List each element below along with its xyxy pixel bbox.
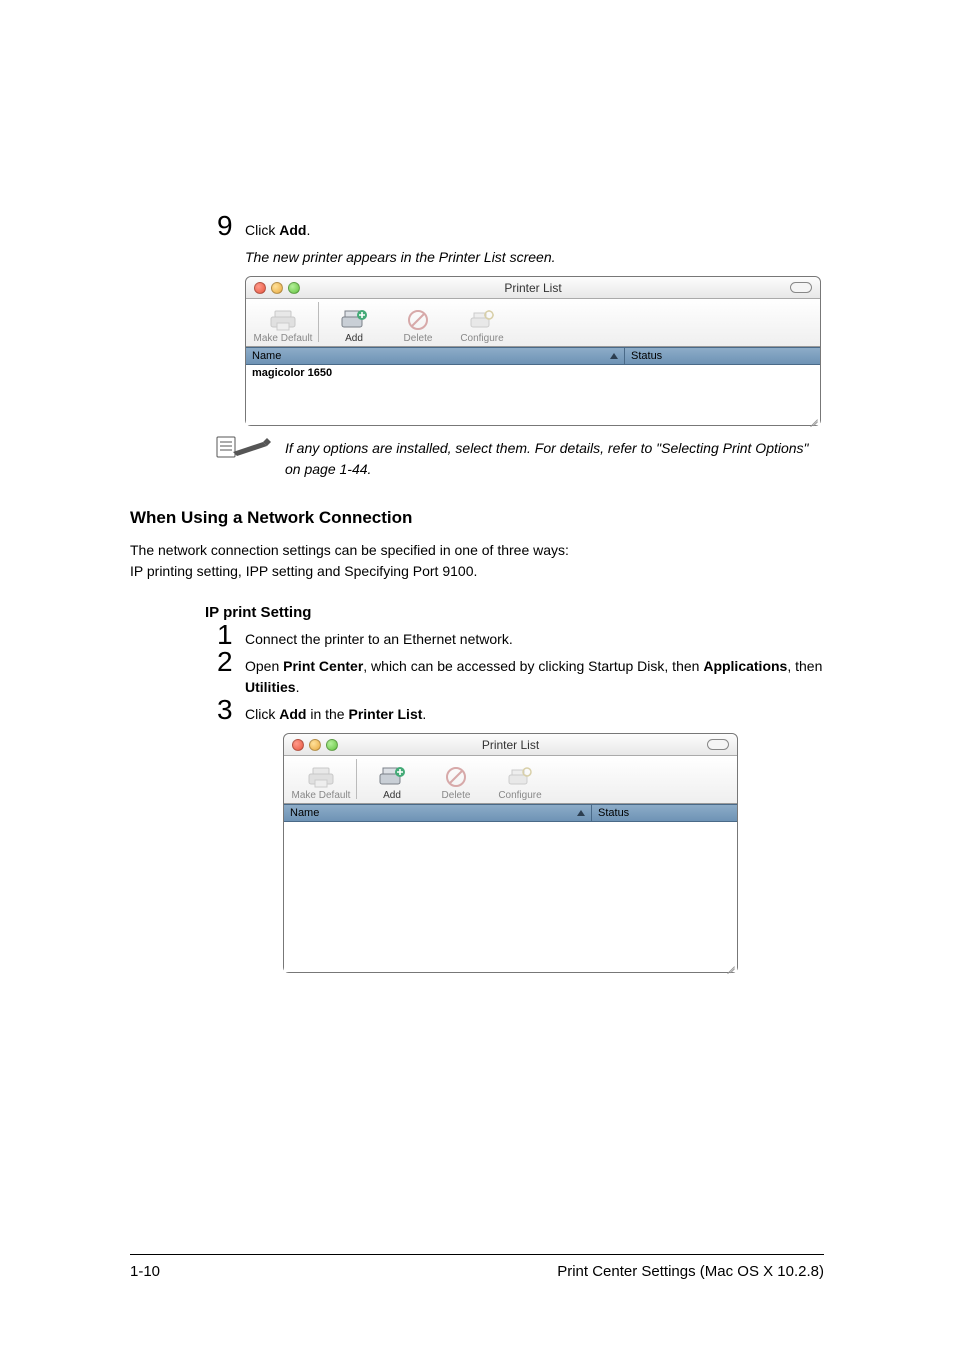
separator: [318, 302, 319, 342]
step-number: 9: [217, 210, 233, 242]
column-name[interactable]: Name: [246, 350, 624, 362]
table-header: Name Status: [246, 347, 820, 365]
label: Configure: [460, 333, 503, 344]
configure-button: Configure: [451, 307, 513, 344]
label: Configure: [498, 790, 541, 801]
make-default-button: Make Default: [290, 764, 352, 801]
text: .: [296, 679, 300, 695]
close-icon[interactable]: [292, 739, 304, 751]
toolbar: Make Default Add Delete: [246, 299, 820, 347]
footer-title: Print Center Settings (Mac OS X 10.2.8): [557, 1263, 824, 1280]
printer-list-window: Printer List Make Default Add: [245, 276, 821, 426]
page-number: 1-10: [130, 1263, 160, 1280]
resize-handle-icon[interactable]: [723, 958, 735, 970]
label: Add: [345, 333, 363, 344]
step-number: 2: [217, 646, 233, 678]
label: Name: [290, 807, 319, 819]
window-titlebar: Printer List: [284, 734, 737, 756]
window-controls[interactable]: [292, 739, 338, 751]
sort-asc-icon: [577, 810, 585, 816]
window-controls[interactable]: [254, 282, 300, 294]
column-name[interactable]: Name: [284, 807, 591, 819]
toolbar: Make Default Add Delete: [284, 756, 737, 804]
step-text: Connect the printer to an Ethernet netwo…: [245, 631, 513, 647]
label: Add: [383, 790, 401, 801]
add-printer-icon: [339, 307, 369, 333]
minimize-icon[interactable]: [309, 739, 321, 751]
step-number: 3: [217, 694, 233, 726]
step9-text: Click Add.: [245, 222, 310, 238]
add-label: Add: [279, 222, 306, 238]
text: Connect the printer to an Ethernet netwo…: [245, 631, 513, 647]
label: Status: [631, 350, 662, 362]
printer-list[interactable]: magicolor 1650: [246, 365, 820, 425]
bold-text: Utilities: [245, 679, 296, 695]
bold-text: Print Center: [283, 658, 363, 674]
sort-asc-icon: [610, 353, 618, 359]
section-title: When Using a Network Connection: [130, 508, 824, 528]
page-footer: 1-10 Print Center Settings (Mac OS X 10.…: [130, 1254, 824, 1280]
minimize-icon[interactable]: [271, 282, 283, 294]
separator: [356, 759, 357, 799]
label: Make Default: [254, 333, 313, 344]
column-status[interactable]: Status: [591, 805, 721, 821]
delete-button: Delete: [425, 764, 487, 801]
make-default-button: Make Default: [252, 307, 314, 344]
toolbar-toggle-icon[interactable]: [707, 739, 729, 750]
list-item[interactable]: magicolor 1650: [252, 367, 332, 379]
delete-icon: [441, 764, 471, 790]
text: .: [422, 706, 426, 722]
delete-button: Delete: [387, 307, 449, 344]
configure-icon: [467, 307, 497, 333]
text: Open: [245, 658, 283, 674]
label: Delete: [442, 790, 471, 801]
printer-icon: [306, 764, 336, 790]
label: Delete: [404, 333, 433, 344]
configure-button: Configure: [489, 764, 551, 801]
text: , then: [787, 658, 822, 674]
step9-result: The new printer appears in the Printer L…: [245, 249, 556, 265]
add-printer-icon: [377, 764, 407, 790]
printer-list-empty[interactable]: [284, 822, 737, 972]
close-icon[interactable]: [254, 282, 266, 294]
window-titlebar: Printer List: [246, 277, 820, 299]
printer-icon: [268, 307, 298, 333]
sub-title: IP print Setting: [205, 604, 824, 621]
resize-handle-icon[interactable]: [806, 411, 818, 423]
note-icon: [215, 434, 275, 460]
column-status[interactable]: Status: [624, 348, 804, 364]
text: Click: [245, 706, 279, 722]
label: Status: [598, 807, 629, 819]
bold-text: Applications: [703, 658, 787, 674]
add-button[interactable]: Add: [323, 307, 385, 344]
body-text: The network connection settings can be s…: [130, 540, 824, 561]
toolbar-toggle-icon[interactable]: [790, 282, 812, 293]
note-text: If any options are installed, select the…: [285, 438, 824, 480]
label: Make Default: [292, 790, 351, 801]
text: .: [306, 222, 310, 238]
table-header: Name Status: [284, 804, 737, 822]
step-text: Open Print Center, which can be accessed…: [245, 658, 822, 695]
body-text: IP printing setting, IPP setting and Spe…: [130, 561, 824, 582]
delete-icon: [403, 307, 433, 333]
zoom-icon[interactable]: [326, 739, 338, 751]
text: , which can be accessed by clicking Star…: [363, 658, 703, 674]
bold-text: Add: [279, 706, 306, 722]
text: Click: [245, 222, 279, 238]
step-text: Click Add in the Printer List.: [245, 706, 426, 722]
bold-text: Printer List: [348, 706, 422, 722]
configure-icon: [505, 764, 535, 790]
label: Name: [252, 350, 281, 362]
text: in the: [306, 706, 348, 722]
window-title: Printer List: [284, 738, 737, 752]
window-title: Printer List: [246, 281, 820, 295]
add-button[interactable]: Add: [361, 764, 423, 801]
zoom-icon[interactable]: [288, 282, 300, 294]
printer-list-window-empty: Printer List Make Default Add: [283, 733, 738, 973]
